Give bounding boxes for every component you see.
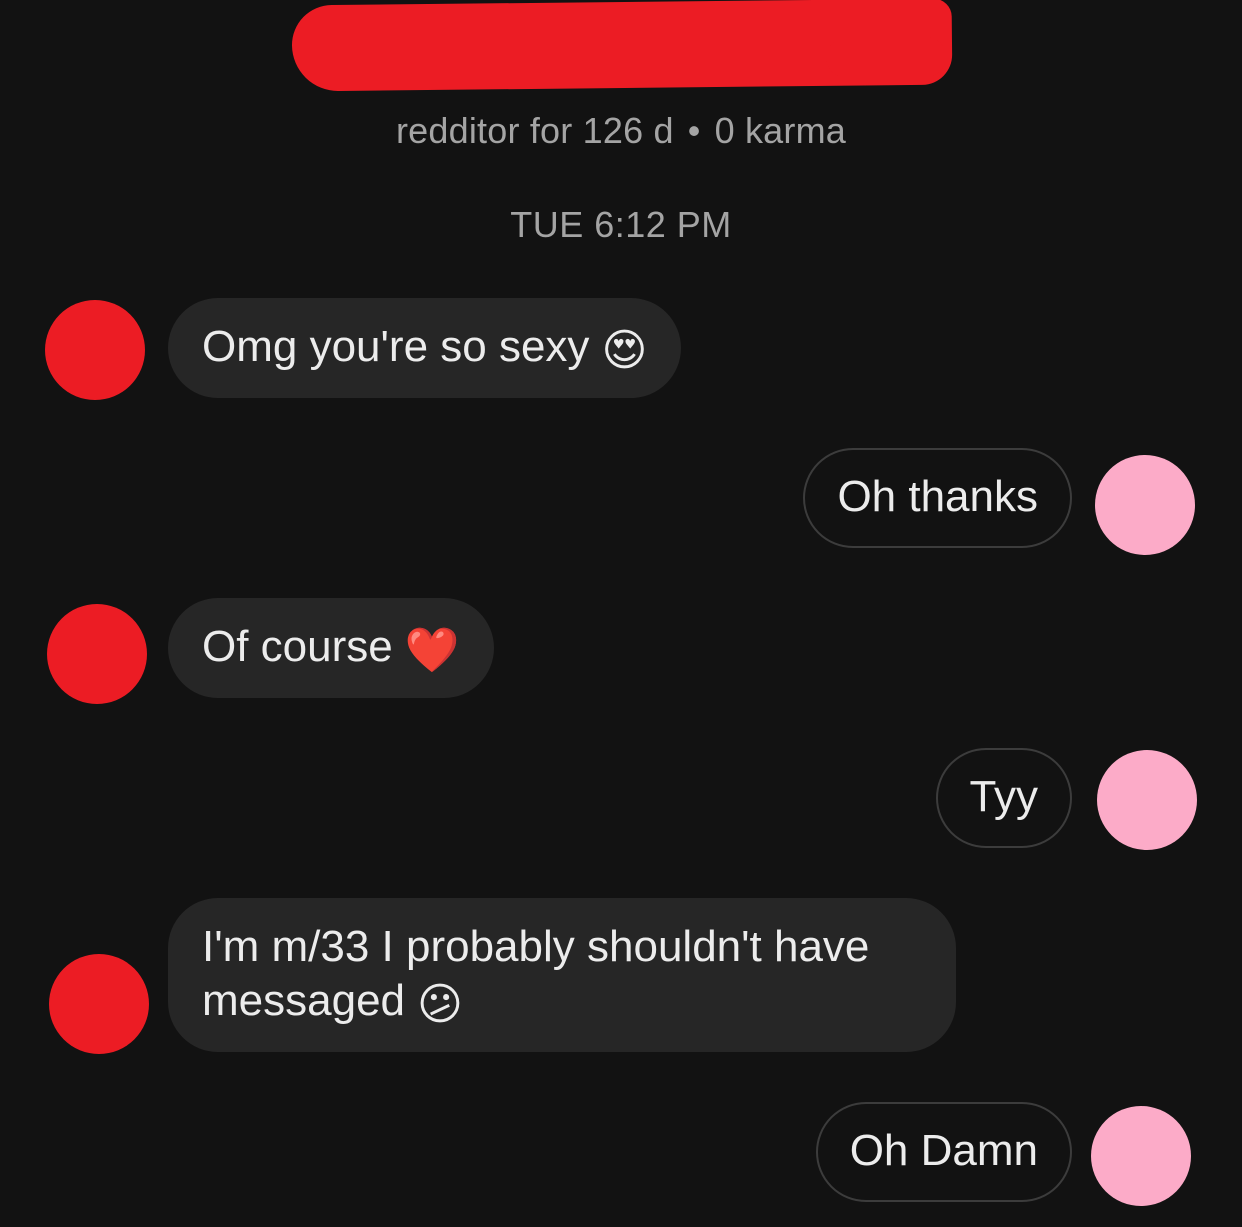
karma-count: 0 karma bbox=[714, 110, 847, 151]
message-bubble-incoming[interactable]: I'm m/33 I probably shouldn't have messa… bbox=[168, 898, 956, 1052]
account-age: redditor for 126 d bbox=[395, 110, 674, 151]
meta-separator: • bbox=[687, 110, 701, 151]
confused-face-emoji-icon: 😕 bbox=[417, 979, 463, 1030]
message-text: Oh Damn bbox=[849, 1126, 1038, 1175]
message-bubble-incoming[interactable]: Of course ❤️ bbox=[168, 598, 494, 698]
message-text: Oh thanks bbox=[837, 472, 1038, 521]
my-avatar[interactable] bbox=[1095, 455, 1195, 555]
message-text-line-2: messaged bbox=[202, 976, 406, 1025]
message-bubble-incoming[interactable]: Omg you're so sexy 😍 bbox=[168, 298, 682, 398]
message-bubble-outgoing[interactable]: Tyy bbox=[935, 748, 1072, 848]
my-avatar[interactable] bbox=[1091, 1106, 1191, 1206]
message-bubble-outgoing[interactable]: Oh thanks bbox=[803, 448, 1072, 548]
sender-avatar[interactable] bbox=[49, 954, 149, 1054]
red-heart-emoji-icon: ❤️ bbox=[404, 625, 460, 676]
message-timestamp: TUE 6:12 PM bbox=[510, 204, 732, 245]
sender-avatar[interactable] bbox=[45, 300, 145, 400]
message-bubble-outgoing[interactable]: Oh Damn bbox=[815, 1102, 1072, 1202]
heart-eyes-emoji-icon: 😍 bbox=[601, 325, 648, 376]
message-text: Omg you're so sexy bbox=[202, 322, 590, 371]
redacted-username bbox=[291, 0, 953, 92]
message-text: Of course bbox=[202, 622, 393, 671]
profile-meta: redditor for 126 d • 0 karma bbox=[0, 110, 1242, 152]
message-text-line-1: I'm m/33 I probably shouldn't have bbox=[202, 922, 870, 971]
my-avatar[interactable] bbox=[1097, 750, 1197, 850]
message-text: Tyy bbox=[969, 772, 1038, 821]
sender-avatar[interactable] bbox=[47, 604, 147, 704]
